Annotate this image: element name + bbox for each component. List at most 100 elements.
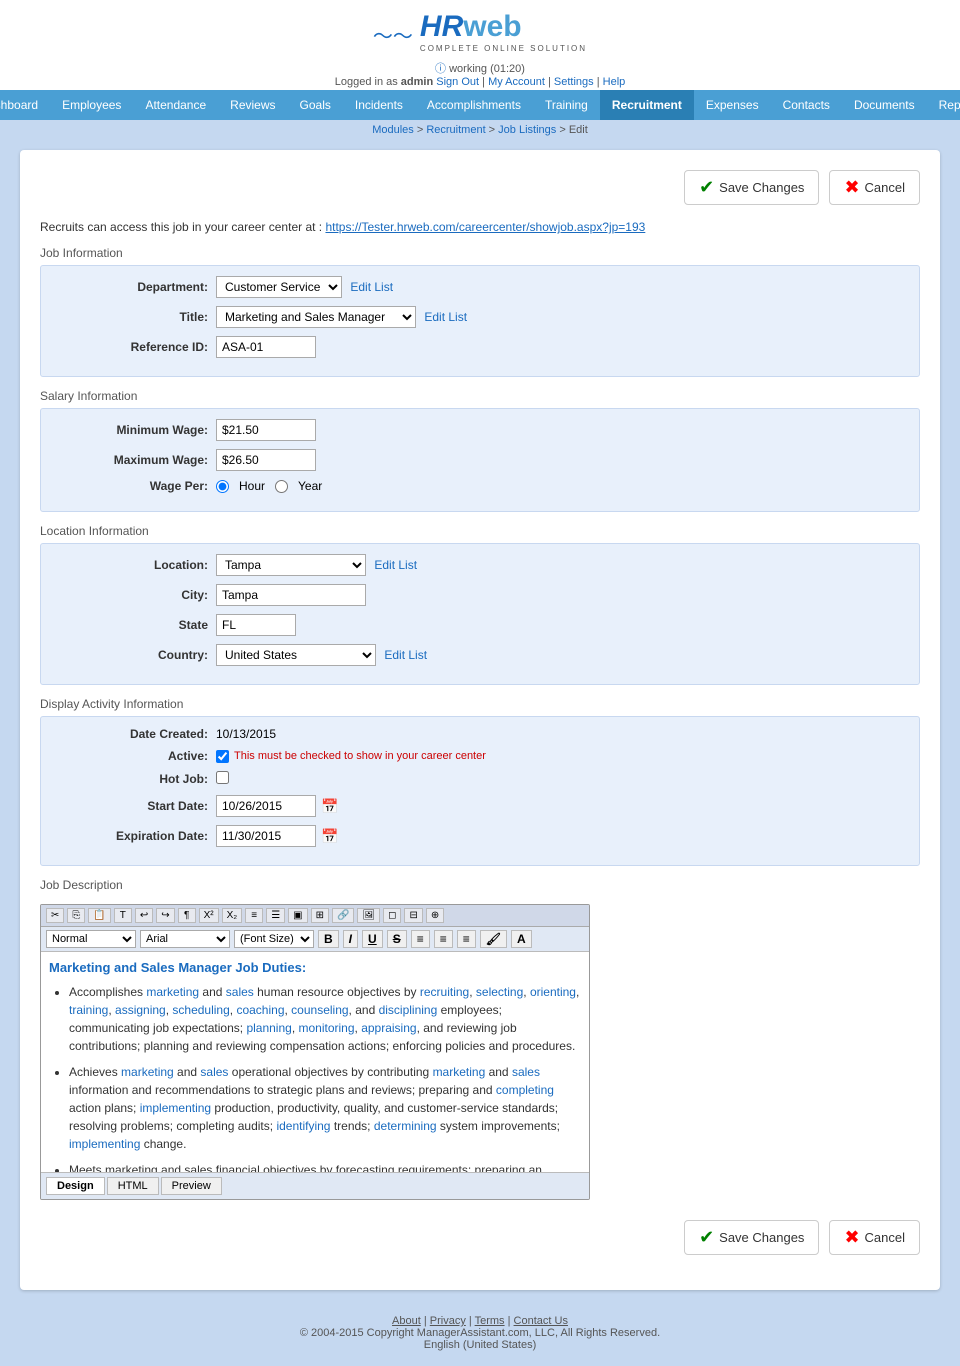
nav-reports[interactable]: Reports (927, 90, 960, 120)
toolbar-cut[interactable]: ✂ (46, 908, 64, 923)
title-select[interactable]: Marketing and Sales Manager (216, 306, 416, 328)
toolbar-subscript[interactable]: X₂ (222, 908, 243, 923)
save-changes-button-top[interactable]: ✔ Save Changes (684, 170, 819, 205)
career-link-url[interactable]: https://Tester.hrweb.com/careercenter/sh… (325, 220, 645, 234)
min-wage-row: Minimum Wage: (56, 419, 904, 441)
editor-content-area[interactable]: Marketing and Sales Manager Job Duties: … (41, 952, 589, 1172)
bold-button[interactable]: B (318, 930, 339, 948)
state-input[interactable] (216, 614, 296, 636)
toolbar-undo[interactable]: ↩ (135, 908, 153, 923)
expiration-date-input[interactable] (216, 825, 316, 847)
toolbar-format[interactable]: ¶ (178, 908, 196, 923)
sign-out-link[interactable]: Sign Out (436, 76, 479, 88)
ref-id-input[interactable] (216, 336, 316, 358)
footer-terms[interactable]: Terms (475, 1315, 505, 1327)
footer-privacy[interactable]: Privacy (430, 1315, 466, 1327)
toolbar-superscript[interactable]: X² (199, 908, 219, 923)
settings-link[interactable]: Settings (554, 76, 594, 88)
wage-per-year-radio[interactable] (275, 480, 288, 493)
toolbar-paste-text[interactable]: T (114, 908, 132, 923)
highlight-button[interactable]: 🖌 (480, 930, 507, 948)
toolbar-redo[interactable]: ↪ (156, 908, 174, 923)
location-select[interactable]: Tampa (216, 554, 366, 576)
country-row: Country: United States Edit List (56, 644, 904, 666)
department-select[interactable]: Customer Service (216, 276, 342, 298)
toolbar-copy[interactable]: ⎘ (67, 908, 85, 923)
toolbar-more[interactable]: ⊕ (426, 908, 444, 923)
strikethrough-button[interactable]: S (387, 930, 407, 948)
nav-employees[interactable]: Employees (50, 90, 133, 120)
active-checkbox[interactable] (216, 750, 229, 763)
state-row: State (56, 614, 904, 636)
size-select[interactable]: (Font Size) (234, 930, 314, 948)
toolbar-link[interactable]: 🔗 (332, 908, 354, 923)
save-changes-button-bottom[interactable]: ✔ Save Changes (684, 1220, 819, 1255)
location-edit-list[interactable]: Edit List (374, 558, 417, 572)
department-edit-list[interactable]: Edit List (350, 280, 393, 294)
breadcrumb-job-listings[interactable]: Job Listings (498, 124, 556, 136)
nav-attendance[interactable]: Attendance (133, 90, 218, 120)
align-right-button[interactable]: ≡ (457, 930, 476, 948)
nav-recruitment[interactable]: Recruitment (600, 90, 694, 120)
title-edit-list[interactable]: Edit List (424, 310, 467, 324)
tab-html[interactable]: HTML (107, 1177, 159, 1195)
min-wage-input[interactable] (216, 419, 316, 441)
header: 〜〜 HR web COMPLETE ONLINE SOLUTION (0, 0, 960, 58)
toolbar-media[interactable]: ◻ (383, 908, 401, 923)
expiration-date-calendar-icon[interactable]: 📅 (321, 828, 338, 845)
ref-id-row: Reference ID: (56, 336, 904, 358)
country-select[interactable]: United States (216, 644, 376, 666)
footer-contact-us[interactable]: Contact Us (514, 1315, 568, 1327)
my-account-link[interactable]: My Account (488, 76, 545, 88)
font-select[interactable]: Arial (140, 930, 230, 948)
logo-waves-icon: 〜〜 (373, 20, 413, 49)
toolbar-table[interactable]: ⊞ (311, 908, 329, 923)
nav-incidents[interactable]: Incidents (343, 90, 415, 120)
nav-accomplishments[interactable]: Accomplishments (415, 90, 533, 120)
tab-design[interactable]: Design (46, 1177, 105, 1195)
nav-goals[interactable]: Goals (288, 90, 343, 120)
city-row: City: (56, 584, 904, 606)
font-color-button[interactable]: A (511, 930, 532, 948)
toolbar-image[interactable]: 🖼 (357, 908, 380, 923)
toolbar-unordered-list[interactable]: ≡ (245, 908, 263, 923)
underline-button[interactable]: U (362, 930, 383, 948)
editor-list-item-1: Accomplishes marketing and sales human r… (69, 983, 581, 1055)
breadcrumb-recruitment[interactable]: Recruitment (426, 124, 485, 136)
start-date-calendar-icon[interactable]: 📅 (321, 798, 338, 815)
editor-format-bar: Normal Arial (Font Size) B I U S ≡ ≡ ≡ 🖌… (41, 927, 589, 952)
wage-per-hour-radio[interactable] (216, 480, 229, 493)
italic-button[interactable]: I (343, 930, 358, 948)
nav-expenses[interactable]: Expenses (694, 90, 771, 120)
city-input[interactable] (216, 584, 366, 606)
footer-about[interactable]: About (392, 1315, 421, 1327)
nav-contacts[interactable]: Contacts (771, 90, 842, 120)
start-date-input[interactable] (216, 795, 316, 817)
cancel-label-bottom: Cancel (865, 1230, 905, 1245)
tab-preview[interactable]: Preview (161, 1177, 222, 1195)
main-nav: Dashboard Employees Attendance Reviews G… (0, 90, 960, 120)
cancel-button-top[interactable]: ✖ Cancel (829, 170, 920, 205)
cancel-button-bottom[interactable]: ✖ Cancel (829, 1220, 920, 1255)
toolbar-table2[interactable]: ⊟ (404, 908, 422, 923)
nav-dashboard[interactable]: Dashboard (0, 90, 50, 120)
max-wage-input[interactable] (216, 449, 316, 471)
editor-tabs: Design HTML Preview (41, 1172, 589, 1199)
hot-job-checkbox[interactable] (216, 771, 229, 784)
nav-training[interactable]: Training (533, 90, 600, 120)
align-center-button[interactable]: ≡ (434, 930, 453, 948)
country-edit-list[interactable]: Edit List (384, 648, 427, 662)
align-left-button[interactable]: ≡ (411, 930, 430, 948)
x-icon-top: ✖ (844, 177, 859, 198)
logo-hr: HR (420, 10, 463, 44)
footer-language: English (United States) (0, 1339, 960, 1351)
toolbar-block[interactable]: ▣ (288, 908, 307, 923)
toolbar-paste[interactable]: 📋 (88, 908, 110, 923)
toolbar-ordered-list[interactable]: ☰ (266, 908, 285, 923)
breadcrumb-modules[interactable]: Modules (372, 124, 414, 136)
style-select[interactable]: Normal (46, 930, 136, 948)
help-link[interactable]: Help (603, 76, 626, 88)
nav-documents[interactable]: Documents (842, 90, 927, 120)
display-activity-section: Date Created: 10/13/2015 Active: This mu… (40, 716, 920, 866)
nav-reviews[interactable]: Reviews (218, 90, 287, 120)
